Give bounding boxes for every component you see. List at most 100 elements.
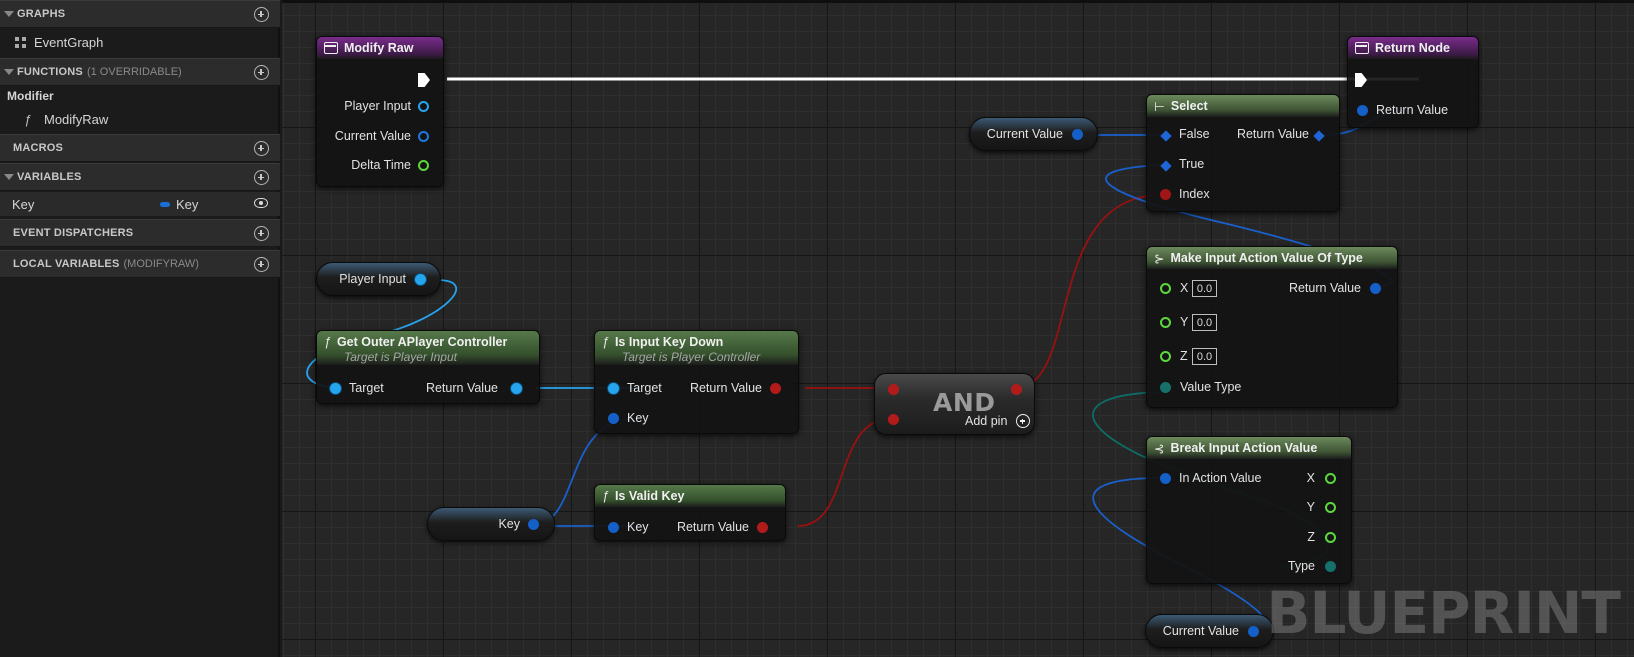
is-valid-key-node[interactable]: ƒ Is Valid Key Key Return Value [594, 484, 786, 541]
select-index-pin[interactable] [1160, 189, 1171, 200]
get-outer-node[interactable]: ƒ Get Outer APlayer Controller Target is … [316, 330, 540, 404]
collapse-arrow-icon[interactable] [4, 69, 14, 75]
add-graph-button[interactable] [254, 7, 269, 22]
and-node[interactable]: AND Add pin [874, 373, 1035, 435]
is-input-key-down-header[interactable]: ƒ Is Input Key Down Target is Player Cont… [595, 331, 798, 365]
and-output-pin[interactable] [1011, 384, 1022, 395]
get-outer-header[interactable]: ƒ Get Outer APlayer Controller Target is … [317, 331, 539, 365]
key-getter-label: Key [498, 517, 520, 531]
is-valid-key-return-label: Return Value [676, 520, 749, 534]
make-return-pin[interactable] [1370, 283, 1381, 294]
variables-section-header[interactable]: VARIABLES [0, 163, 280, 191]
get-outer-return-pin[interactable] [511, 383, 522, 394]
get-outer-target-pin[interactable] [330, 383, 341, 394]
is-valid-key-key-label: Key [627, 520, 649, 534]
current-value-out-pin[interactable] [418, 131, 429, 142]
functions-section-header[interactable]: FUNCTIONS (1 OVERRIDABLE) [0, 58, 280, 86]
eye-icon[interactable] [254, 198, 268, 208]
player-input-getter-out-pin[interactable] [415, 274, 426, 285]
select-false-pin[interactable] [1160, 130, 1172, 142]
add-function-button[interactable] [254, 65, 269, 80]
canvas-top-border [282, 0, 1634, 3]
make-z-field[interactable]: 0.0 [1192, 348, 1217, 365]
local-variables-section-header[interactable]: LOCAL VARIABLES (MODIFYRAW) [0, 250, 280, 278]
pin-label-return-value: Return Value [1376, 103, 1449, 117]
break-in-action-pin[interactable] [1160, 473, 1171, 484]
make-value-type-label: Value Type [1180, 380, 1242, 394]
exec-out-pin[interactable] [418, 73, 430, 87]
modify-raw-title: Modify Raw [344, 41, 414, 55]
is-input-key-down-target-pin[interactable] [608, 383, 619, 394]
delta-time-out-pin[interactable] [418, 160, 429, 171]
select-true-pin[interactable] [1160, 160, 1172, 172]
is-input-key-down-return-label: Return Value [689, 381, 762, 395]
is-valid-key-header[interactable]: ƒ Is Valid Key [595, 485, 785, 507]
pin-label-current-value: Current Value [334, 129, 411, 143]
make-z-pin[interactable] [1160, 351, 1171, 362]
exec-in-pin[interactable] [1355, 73, 1367, 87]
modify-raw-node[interactable]: Modify Raw Player Input Current Value De… [316, 36, 444, 187]
make-input-action-node[interactable]: ⊱ Make Input Action Value Of Type X 0.0 … [1146, 246, 1398, 408]
break-z-pin[interactable] [1325, 532, 1336, 543]
make-y-label: Y [1180, 315, 1189, 329]
event-dispatchers-section-header[interactable]: EVENT DISPATCHERS [0, 219, 280, 247]
and-input-b-pin[interactable] [888, 414, 899, 425]
my-blueprint-panel: GRAPHS EventGraph FUNCTIONS (1 OVERRIDAB… [0, 0, 280, 657]
variable-row-key[interactable]: Key Key [0, 192, 280, 216]
return-node[interactable]: Return Node Return Value [1347, 36, 1479, 128]
collapse-arrow-icon[interactable] [4, 174, 14, 180]
break-x-pin[interactable] [1325, 473, 1336, 484]
collapse-arrow-icon[interactable] [4, 11, 14, 17]
break-input-action-header[interactable]: ⊰ Break Input Action Value [1147, 437, 1351, 459]
select-header[interactable]: ⊢ Select [1147, 95, 1339, 117]
key-getter-out-pin[interactable] [528, 519, 539, 530]
current-value-getter-top-out-pin[interactable] [1072, 129, 1083, 140]
event-graph-item[interactable]: EventGraph [0, 30, 280, 54]
break-y-pin[interactable] [1325, 502, 1336, 513]
make-y-field[interactable]: 0.0 [1192, 314, 1217, 331]
function-item-modifyraw[interactable]: ƒ ModifyRaw [0, 107, 280, 131]
is-valid-key-key-pin[interactable] [608, 522, 619, 533]
override-function-icon: ƒ [24, 112, 32, 127]
add-variable-button[interactable] [254, 170, 269, 185]
modify-raw-header[interactable]: Modify Raw [317, 37, 443, 59]
make-x-field[interactable]: 0.0 [1192, 280, 1217, 297]
add-pin-label[interactable]: Add pin [965, 414, 1007, 428]
make-value-type-pin[interactable] [1160, 382, 1171, 393]
is-input-key-down-node[interactable]: ƒ Is Input Key Down Target is Player Cont… [594, 330, 799, 434]
graph-canvas[interactable]: Modify Raw Player Input Current Value De… [282, 0, 1634, 657]
and-input-a-pin[interactable] [888, 384, 899, 395]
key-getter[interactable]: Key [427, 507, 555, 541]
current-value-getter-bottom-out-pin[interactable] [1248, 626, 1259, 637]
make-y-pin[interactable] [1160, 317, 1171, 328]
wire-valid-key-to-and [797, 417, 894, 527]
break-input-action-node[interactable]: ⊰ Break Input Action Value In Action Val… [1146, 436, 1352, 584]
current-value-getter-bottom[interactable]: Current Value [1145, 614, 1274, 648]
player-input-getter[interactable]: Player Input [316, 262, 441, 296]
is-input-key-down-return-pin[interactable] [770, 383, 781, 394]
current-value-getter-top[interactable]: Current Value [969, 117, 1098, 151]
player-input-out-pin[interactable] [418, 101, 429, 112]
add-macro-button[interactable] [254, 141, 269, 156]
graphs-section-header[interactable]: GRAPHS [0, 0, 280, 28]
return-value-in-pin[interactable] [1357, 105, 1368, 116]
and-title: AND [933, 388, 996, 417]
select-true-label: True [1179, 157, 1205, 171]
make-x-pin[interactable] [1160, 283, 1171, 294]
add-dispatcher-button[interactable] [254, 226, 269, 241]
break-input-action-title: Break Input Action Value [1170, 441, 1318, 455]
macros-section-header[interactable]: MACROS [0, 134, 280, 162]
function-category-modifier[interactable]: Modifier [0, 86, 280, 106]
blueprint-watermark: BLUEPRINT [1266, 579, 1621, 647]
variable-type-label[interactable]: Key [176, 197, 198, 212]
is-valid-key-return-pin[interactable] [757, 522, 768, 533]
select-node[interactable]: ⊢ Select False True Index Return Value [1146, 94, 1340, 212]
break-type-pin[interactable] [1325, 561, 1336, 572]
add-pin-icon[interactable] [1016, 414, 1030, 428]
return-node-header[interactable]: Return Node [1348, 37, 1478, 59]
is-input-key-down-key-pin[interactable] [608, 413, 619, 424]
make-input-action-header[interactable]: ⊱ Make Input Action Value Of Type [1147, 247, 1397, 269]
select-icon: ⊢ [1154, 99, 1165, 114]
select-return-pin[interactable] [1313, 130, 1325, 142]
add-local-variable-button[interactable] [254, 257, 269, 272]
